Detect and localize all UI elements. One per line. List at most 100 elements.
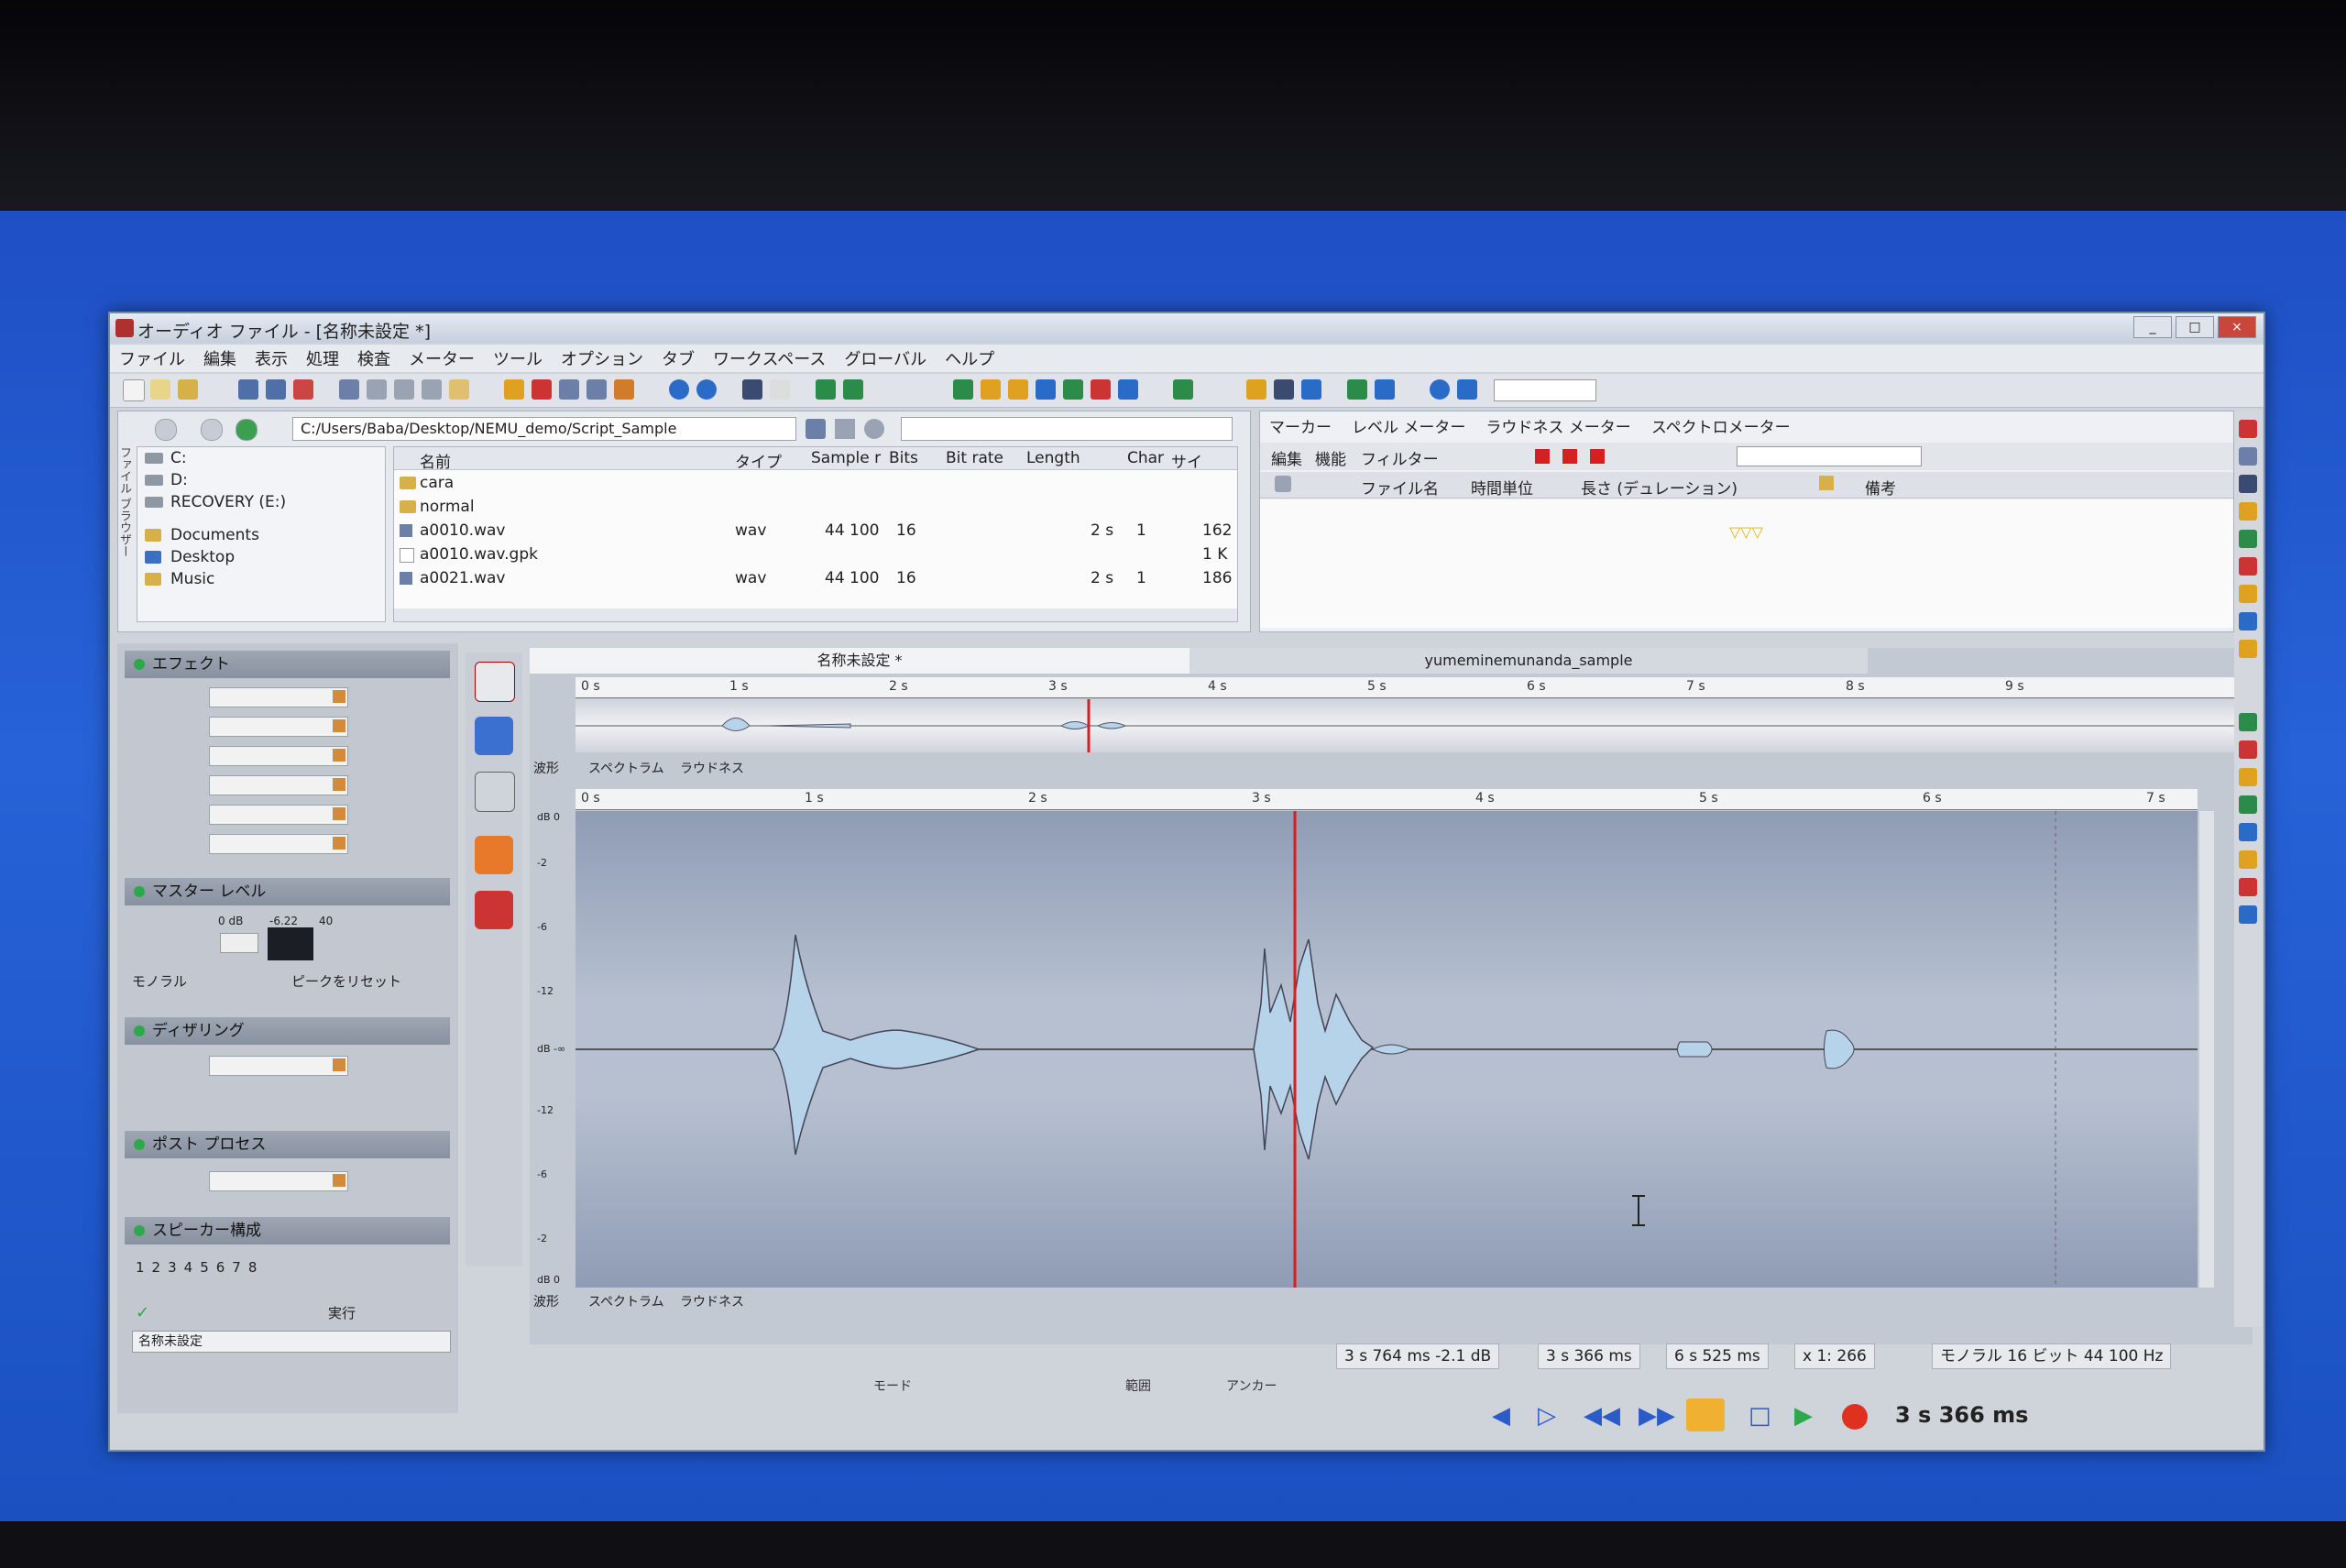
spectrum-icon[interactable]: [1008, 379, 1028, 400]
chart-icon[interactable]: [1118, 379, 1138, 400]
col-bit-rate[interactable]: Bit rate: [946, 449, 1003, 467]
zoom-1-1-icon[interactable]: [770, 379, 790, 400]
view-tab-spectrum[interactable]: スペクトラム: [588, 759, 664, 777]
horizontal-scrollbar[interactable]: [394, 609, 1237, 621]
speaker-channel[interactable]: 2: [152, 1259, 161, 1276]
post-process-slot[interactable]: [209, 1171, 348, 1191]
effects-icon[interactable]: [1063, 379, 1083, 400]
main-waveform[interactable]: [576, 811, 2198, 1288]
effect-slot[interactable]: [209, 834, 348, 854]
tool-icon[interactable]: [2239, 640, 2257, 658]
loudness-icon[interactable]: [1091, 379, 1111, 400]
menu-tab[interactable]: タブ: [652, 346, 704, 370]
tool-icon[interactable]: [2239, 612, 2257, 630]
menu-options[interactable]: オプション: [552, 346, 652, 370]
preset-dropdown[interactable]: [1494, 379, 1596, 401]
menu-workspace[interactable]: ワークスペース: [704, 346, 835, 370]
speaker-config-header[interactable]: スピーカー構成: [125, 1217, 450, 1245]
tool-icon[interactable]: [2239, 768, 2257, 786]
marker-filter-menu[interactable]: フィルター: [1361, 446, 1439, 469]
col-bits[interactable]: Bits: [889, 449, 918, 467]
tool-icon[interactable]: [2239, 530, 2257, 548]
new-file-icon[interactable]: [123, 379, 145, 401]
overview-ruler[interactable]: 0 s 1 s 2 s 3 s 4 s 5 s 6 s 7 s 8 s 9 s: [576, 677, 2234, 698]
file-row[interactable]: normal: [394, 495, 1237, 519]
open-folder-icon[interactable]: [150, 379, 170, 400]
lock-icon[interactable]: [1819, 476, 1834, 490]
dithering-header[interactable]: ディザリング: [125, 1017, 450, 1045]
col-notes[interactable]: 備考: [1865, 476, 1896, 499]
fade-icon[interactable]: [843, 379, 863, 400]
overview-waveform[interactable]: [576, 699, 2234, 752]
batch-workspace-icon[interactable]: [475, 772, 515, 812]
up-nav-icon[interactable]: [236, 419, 258, 441]
speaker-channel[interactable]: 3: [168, 1259, 177, 1276]
forward-icon[interactable]: [696, 379, 717, 400]
stop-icon[interactable]: □: [1749, 1402, 1771, 1430]
speaker-channel[interactable]: 8: [248, 1259, 258, 1276]
render-icon[interactable]: [1173, 379, 1193, 400]
fast-forward-icon[interactable]: ▶▶: [1639, 1402, 1675, 1430]
back-nav-icon[interactable]: [155, 419, 177, 441]
menu-help[interactable]: ヘルプ: [936, 346, 1003, 370]
save-icon[interactable]: [238, 379, 258, 400]
back-icon[interactable]: [669, 379, 689, 400]
level-icon[interactable]: [981, 379, 1001, 400]
col-length[interactable]: Length: [1026, 449, 1080, 467]
tab-level-meter[interactable]: レベル メーター: [1352, 414, 1465, 437]
speaker-channel[interactable]: 7: [232, 1259, 241, 1276]
menu-global[interactable]: グローバル: [835, 346, 936, 370]
tree-item[interactable]: Music: [137, 568, 385, 590]
effect-slot[interactable]: [209, 746, 348, 766]
power-icon[interactable]: [134, 1025, 145, 1036]
speaker-channel[interactable]: 4: [184, 1259, 193, 1276]
podcast-workspace-icon[interactable]: [475, 836, 513, 874]
tool-icon[interactable]: [2239, 713, 2257, 731]
marker-search-input[interactable]: [1737, 446, 1922, 466]
select-tool-icon[interactable]: [532, 379, 552, 400]
check-icon[interactable]: ✓: [136, 1303, 152, 1322]
post-process-header[interactable]: ポスト プロセス: [125, 1131, 450, 1158]
master-fader[interactable]: [220, 933, 258, 953]
view-tab-waveform[interactable]: 波形: [533, 1292, 559, 1310]
info-icon[interactable]: [1457, 379, 1477, 400]
zoom-tool-icon[interactable]: [586, 379, 607, 400]
speaker-channel[interactable]: 6: [216, 1259, 225, 1276]
tab-marker[interactable]: マーカー: [1269, 414, 1332, 437]
browser-side-tab[interactable]: ファイル ブラウザー: [117, 446, 133, 620]
forward-nav-icon[interactable]: [201, 419, 223, 441]
minimize-button[interactable]: _: [2133, 316, 2172, 338]
menu-edit[interactable]: 編集: [194, 346, 246, 370]
pen-icon[interactable]: [1274, 379, 1294, 400]
pencil-icon[interactable]: [614, 379, 634, 400]
master-level-header[interactable]: マスター レベル: [125, 878, 450, 905]
tab-sample[interactable]: yumeminemunanda_sample: [1189, 648, 1868, 674]
col-size[interactable]: サイ: [1171, 449, 1202, 472]
view-tab-loudness[interactable]: ラウドネス: [680, 759, 744, 777]
crossfade-icon[interactable]: [742, 379, 762, 400]
col-channels[interactable]: Char: [1127, 449, 1164, 467]
menu-process[interactable]: 処理: [297, 346, 348, 370]
tree-item[interactable]: Documents: [137, 524, 385, 546]
tree-item[interactable]: Desktop: [137, 546, 385, 568]
tool-icon[interactable]: [2239, 740, 2257, 759]
search-icon[interactable]: [864, 419, 884, 439]
tree-item[interactable]: RECOVERY (E:): [137, 491, 385, 513]
col-name[interactable]: 名前: [420, 449, 451, 472]
montage-workspace-icon[interactable]: [475, 717, 513, 755]
tab-untitled[interactable]: 名称未設定 *: [530, 648, 1189, 674]
waveform-workspace-icon[interactable]: [475, 662, 515, 702]
col-sample-rate[interactable]: Sample r: [811, 449, 881, 467]
speaker-icon[interactable]: [1275, 476, 1291, 492]
file-row[interactable]: a0010.wav.gpk 1 K: [394, 543, 1237, 566]
plus-icon[interactable]: [1347, 379, 1367, 400]
vertical-scrollbar[interactable]: [2199, 811, 2214, 1288]
power-icon[interactable]: [134, 1139, 145, 1150]
maximize-button[interactable]: □: [2176, 316, 2214, 338]
normalize-icon[interactable]: [816, 379, 836, 400]
file-row[interactable]: cara: [394, 471, 1237, 495]
effect-slot[interactable]: [209, 717, 348, 737]
power-icon[interactable]: [134, 1225, 145, 1236]
preview-speaker-icon[interactable]: [806, 419, 826, 439]
copy-icon[interactable]: [422, 379, 442, 400]
